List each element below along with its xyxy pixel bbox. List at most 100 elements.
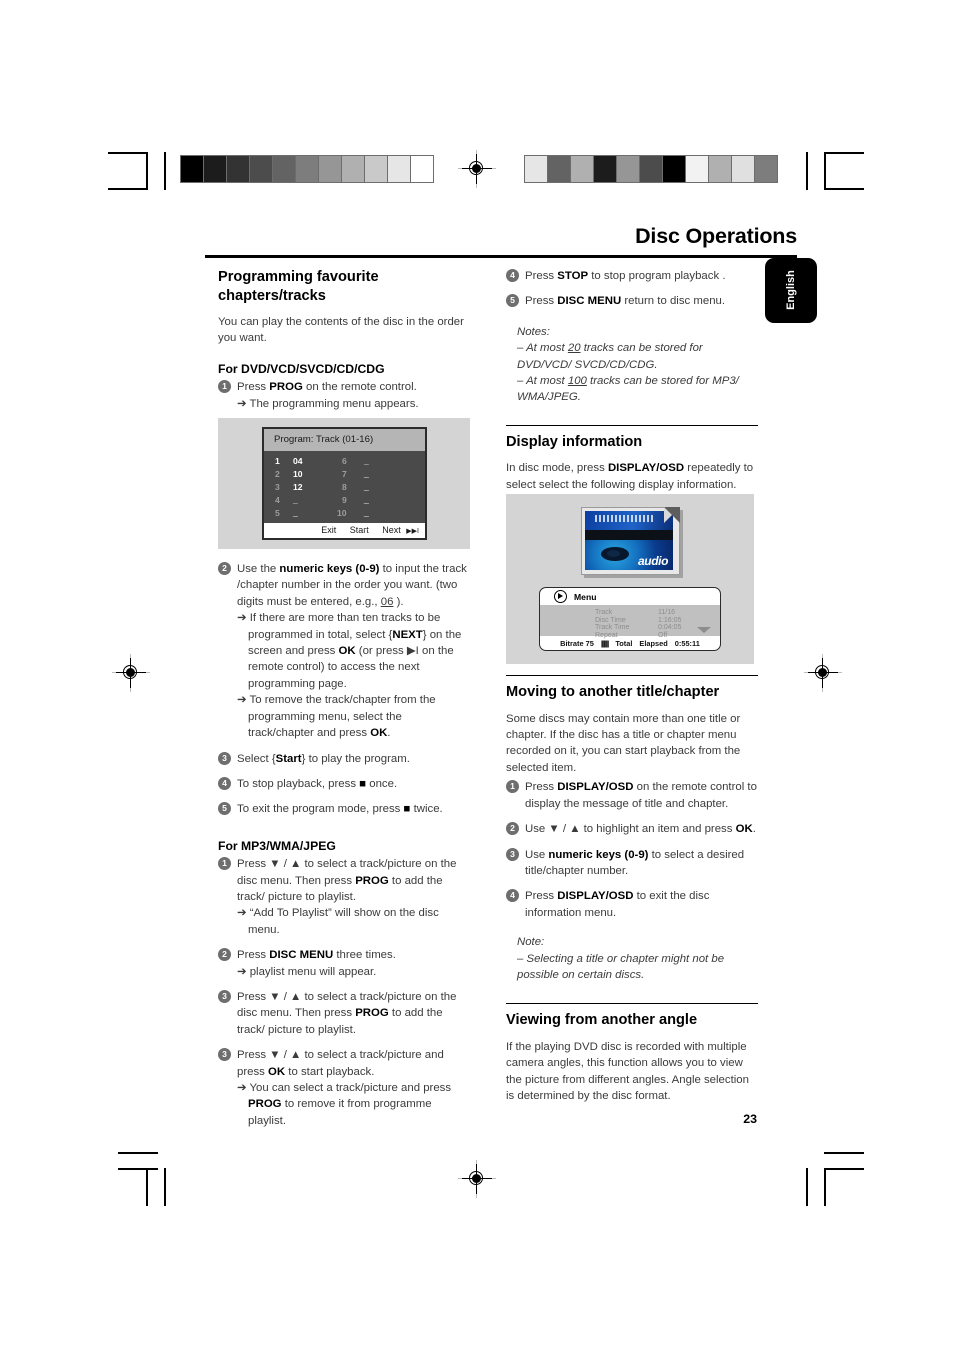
result-text-a: ➔ You can select a track/picture and pre… [237,1082,452,1094]
step-text-pre: Press [525,270,558,282]
step-keyword: Start [275,752,302,765]
osd-row-label[interactable]: Track Time [595,624,629,632]
crop-mark-top-left-h2 [108,188,148,190]
osd-status-bar: Bitrate 75 ||||||| Total Elapsed 0:55:11 [540,636,720,650]
step-number: 2 [218,562,231,576]
audio-label: audio [638,554,668,568]
registration-mark-bottom [458,1160,496,1198]
note-2-a: – At most [517,375,568,388]
next-track-icon: ▶▶I [406,528,419,535]
right-column: 4 Press STOP to stop program playback . … [506,268,758,1113]
step-item: 5 To exit the program mode, press ■ twic… [218,801,470,817]
crop-mark-bottom-left-h [118,1152,158,1154]
entry-index: 10 [337,508,347,518]
step-result: ➔ You can select a track/picture and pre… [237,1080,470,1129]
note-block-2: Note: – Selecting a title or chapter mig… [506,934,758,983]
step-text-post: twice. [410,803,443,816]
wedge-patch [548,156,571,182]
chevron-down-icon[interactable] [697,627,711,633]
next-button[interactable]: Next [382,525,401,535]
step-text-post: . [752,823,756,836]
moving-intro: Some discs may contain more than one tit… [506,712,741,774]
heading-programming-favourite: Programming favourite chapters/tracks [218,269,379,304]
crop-mark-bottom-right-h [824,1152,864,1154]
osd-row-value: Off [658,631,668,639]
crop-mark-bottom-right-h2 [824,1168,864,1170]
step-text-pre: To stop playback, press [237,777,360,790]
step-item: 3 Press ▼ / ▲ to select a track/picture … [218,989,470,1038]
osd-row-label[interactable]: Disc Time [595,617,626,625]
step-text-pre: Press [525,295,558,308]
step-text-pre: To exit the program mode, press [237,803,404,816]
step-text-pre: Press [525,890,558,903]
exit-button[interactable]: Exit [321,525,336,535]
crop-mark-bottom-right-v [806,1168,808,1206]
step-keyword: DISC MENU [269,949,334,962]
display-information-body: In disc mode, press DISPLAY/OSD repeated… [506,460,758,493]
step-result: ➔ The programming menu appears. [237,397,419,410]
note-2-label: Note: [517,936,545,949]
page-title: Disc Operations [635,224,797,248]
wedge-patch [204,156,227,182]
step-keyword: numeric keys (0-9) [548,848,649,861]
elapsed-label: Elapsed [639,638,668,648]
step-keyword: DISPLAY/OSD [557,890,634,903]
section-moving-title-chapter: Moving to another title/chapter Some dis… [506,675,758,776]
disc-cover-art: audio [581,507,680,575]
entry-value: 10 [293,469,303,479]
heading-display-information: Display information [506,433,643,450]
result-keyword-ok: OK [338,645,356,658]
wedge-patch [365,156,388,182]
step-text-pre: Use the [237,563,280,576]
heading-viewing-from-another-angle: Viewing from another angle [506,1012,698,1029]
wedge-patch [296,156,319,182]
crop-mark-bottom-left-v [146,1168,148,1206]
step-item: 2 Use ▼ / ▲ to highlight an item and pre… [506,821,758,837]
step-number: 3 [218,751,231,765]
wedge-patch [755,156,777,182]
wedge-patch [571,156,594,182]
wedge-patch [342,156,365,182]
osd-row-label[interactable]: Track [595,609,612,617]
step-result: ➔ If there are more than ten tracks to b… [237,610,470,692]
wedge-patch [663,156,686,182]
result-keyword-prog: PROG [248,1098,282,1111]
step-text-a: Press [237,949,270,962]
manual-page: Disc Operations English Programming favo… [0,0,954,1351]
crop-mark-top-right-v [806,152,808,190]
step-keyword: numeric keys (0-9) [279,563,380,576]
step-item: 3 Select {Start} to play the program. [218,751,470,767]
heading-moving-to-another-title-chapter: Moving to another title/chapter [506,684,720,701]
step-keyword: PROG [355,1007,389,1020]
osd-row-label[interactable]: Repeat [595,632,618,640]
step-text-post: return to disc menu. [621,295,726,308]
step-item: 1 Press PROG on the remote control. ➔ Th… [218,379,470,412]
osd-header: Menu [540,588,720,605]
step-keyword: PROG [269,381,303,394]
step-number: 4 [218,776,231,790]
result-keyword-next: NEXT [392,628,423,641]
step-text-end: ). [393,595,404,608]
entry-index: 7 [342,469,347,479]
step-keyword: OK [268,1065,286,1078]
registration-mark-left [112,654,150,692]
step-item: 2 Press DISC MENU three times. ➔ playlis… [218,947,470,980]
header-rule [205,255,797,258]
step-text-post: on the remote control. [302,381,417,394]
wedge-patch [181,156,204,182]
step-text-b: three times. [333,949,396,962]
wedge-patch [640,156,663,182]
wedge-patch [594,156,617,182]
bitrate-bars-icon: ||||||| [600,638,610,648]
step-number: 3 [506,847,519,861]
entry-value: 12 [293,482,303,492]
step-item: 5 Press DISC MENU return to disc menu. [506,293,758,309]
step-text-pre: Use ▼ / ▲ to highlight an item and press [525,823,736,836]
step-number: 5 [218,802,231,816]
step-keyword: OK [735,823,753,836]
language-tab-label: English [785,269,797,310]
entry-index: 1 [275,456,280,466]
notes-block: Notes: – At most 20 tracks can be stored… [506,324,758,406]
osd-rows: Track 11/16 Disc Time 1:16:05 Track Time… [540,605,720,639]
note-1-a: – At most [517,342,568,355]
